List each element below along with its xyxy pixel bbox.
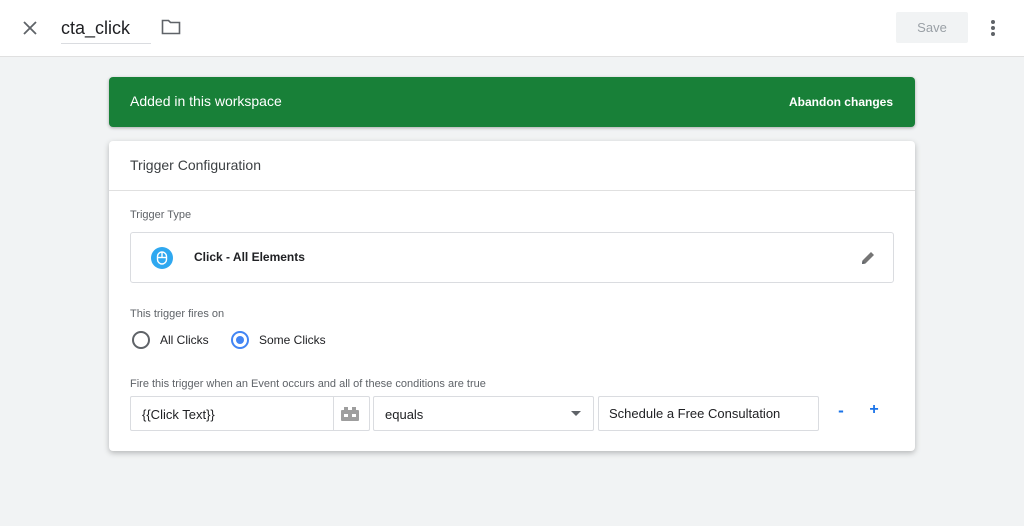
condition-operator-text: equals	[385, 407, 424, 422]
close-icon[interactable]	[19, 17, 41, 39]
card-title: Trigger Configuration	[130, 157, 261, 173]
radio-label-all-clicks: All Clicks	[160, 333, 209, 347]
trigger-type-name: Click - All Elements	[194, 250, 305, 264]
condition-variable-text: {{Click Text}}	[142, 407, 215, 422]
radio-label-some-clicks: Some Clicks	[259, 333, 326, 347]
add-condition-button[interactable]: +	[867, 401, 881, 423]
radio-button-unchecked	[132, 331, 150, 349]
condition-variable-field[interactable]: {{Click Text}}	[130, 396, 370, 431]
more-vert-icon[interactable]	[985, 17, 1001, 39]
folder-icon[interactable]	[161, 18, 181, 36]
chevron-down-icon	[571, 411, 581, 416]
condition-value-input[interactable]	[598, 396, 819, 431]
workspace-banner: Added in this workspace Abandon changes	[109, 77, 915, 127]
remove-condition-button[interactable]: -	[834, 401, 848, 423]
abandon-changes-button[interactable]: Abandon changes	[789, 95, 893, 109]
top-bar: cta_click Save	[0, 0, 1024, 57]
fires-on-label: This trigger fires on	[130, 308, 225, 320]
pencil-icon[interactable]	[859, 249, 877, 267]
click-cursor-icon	[151, 247, 173, 269]
trigger-configuration-card: Trigger Configuration Trigger Type Click…	[109, 141, 915, 451]
tag-name-field[interactable]: cta_click	[61, 14, 151, 44]
radio-some-clicks[interactable]: Some Clicks	[231, 331, 341, 351]
condition-label: Fire this trigger when an Event occurs a…	[130, 378, 486, 390]
radio-all-clicks[interactable]: All Clicks	[132, 331, 222, 351]
condition-operator-select[interactable]: equals	[373, 396, 594, 431]
save-button[interactable]: Save	[896, 12, 968, 43]
card-divider	[109, 190, 915, 191]
variable-picker-icon[interactable]	[340, 406, 360, 422]
trigger-type-label: Trigger Type	[130, 209, 192, 221]
trigger-type-selector[interactable]: Click - All Elements	[130, 232, 894, 283]
field-separator	[333, 397, 334, 430]
radio-button-checked	[231, 331, 249, 349]
banner-text: Added in this workspace	[130, 93, 282, 109]
